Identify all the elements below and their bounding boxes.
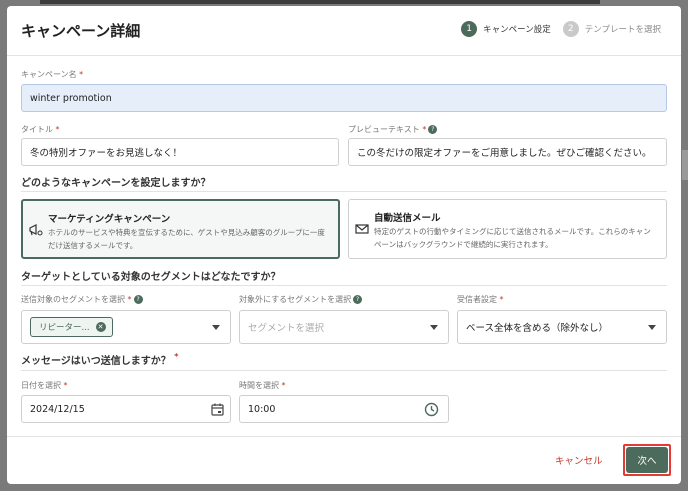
chevron-down-icon: [212, 325, 220, 330]
option-title: 自動送信メール: [374, 213, 441, 224]
option-description: ホテルのサービスや特典を宣伝するために、ゲストや見込み顧客のグループに一度だけ送…: [48, 228, 325, 250]
dialog-header: キャンペーン詳細 1 キャンペーン設定 2 テンプレートを選択: [7, 6, 681, 56]
cancel-button[interactable]: キャンセル: [555, 453, 603, 467]
campaign-name-input[interactable]: winter promotion: [21, 84, 667, 112]
exclude-segment-label: 対象外にするセグメントを選択?: [239, 294, 363, 305]
mail-icon: [355, 224, 369, 234]
help-icon[interactable]: ?: [353, 295, 363, 304]
preview-text-input[interactable]: この冬だけの限定オファーをご用意しました。ぜひご確認ください。: [348, 138, 667, 166]
help-icon[interactable]: ?: [428, 125, 438, 134]
automated-email-option[interactable]: 自動送信メール 特定のゲストの行動やタイミングに応じて送信されるメールです。これ…: [348, 199, 667, 259]
title-input[interactable]: 冬の特別オファーをお見逃しなく！: [21, 138, 339, 166]
footer-divider: [7, 436, 681, 437]
divider: [21, 370, 667, 371]
divider: [21, 285, 667, 286]
chevron-down-icon: [648, 325, 656, 330]
segment-question: ターゲットとしている対象のセグメントはどなたですか？: [21, 272, 281, 283]
time-label: 時間を選択 *: [239, 381, 286, 390]
time-input[interactable]: 10:00: [239, 395, 449, 423]
campaign-name-label: キャンペーン名 *: [21, 70, 84, 79]
date-input[interactable]: 2024/12/15: [21, 395, 231, 423]
exclude-segment-select[interactable]: セグメントを選択: [239, 310, 449, 344]
recipients-select[interactable]: ベース全体を含める（除外なし）: [457, 310, 667, 344]
stepper: 1 キャンペーン設定 2 テンプレートを選択: [461, 21, 661, 37]
recipients-label: 受信者設定 *: [457, 295, 504, 304]
help-icon[interactable]: ?: [133, 295, 143, 304]
step-1-badge: 1: [461, 21, 478, 37]
clock-icon[interactable]: [424, 402, 439, 417]
remove-chip-icon[interactable]: ✕: [95, 322, 106, 332]
calendar-icon[interactable]: [211, 403, 224, 416]
marketing-campaign-option[interactable]: マーケティングキャンペーン ホテルのサービスや特典を宣伝するために、ゲストや見込…: [21, 199, 340, 259]
next-button[interactable]: 次へ: [626, 447, 668, 473]
step-2-label: テンプレートを選択: [584, 25, 661, 35]
option-description: 特定のゲストの行動やタイミングに応じて送信されるメールです。これらのキャンペーン…: [374, 227, 651, 249]
divider: [21, 191, 667, 192]
preview-text-label: プレビューテキスト *?: [348, 124, 438, 135]
background-edge: [682, 150, 688, 180]
chevron-down-icon: [430, 325, 438, 330]
campaign-type-question: どのようなキャンペーンを設定しますか？: [21, 178, 211, 189]
step-2-badge: 2: [562, 21, 579, 37]
background-toolbar: [40, 0, 600, 4]
title-label: タイトル *: [21, 125, 60, 134]
segment-chip[interactable]: リピーター... ✕: [30, 317, 113, 337]
dialog-title: キャンペーン詳細: [21, 22, 141, 40]
megaphone-icon: [29, 224, 43, 236]
option-title: マーケティングキャンペーン: [48, 214, 171, 225]
step-1-label: キャンペーン設定: [483, 25, 551, 35]
include-segment-label: 送信対象のセグメントを選択 *?: [21, 294, 143, 305]
include-segment-select[interactable]: リピーター... ✕: [21, 310, 231, 344]
schedule-question: メッセージはいつ送信しますか？ *: [21, 352, 179, 367]
date-label: 日付を選択 *: [21, 381, 68, 390]
campaign-detail-dialog: キャンペーン詳細 1 キャンペーン設定 2 テンプレートを選択 キャンペーン名 …: [7, 6, 681, 484]
